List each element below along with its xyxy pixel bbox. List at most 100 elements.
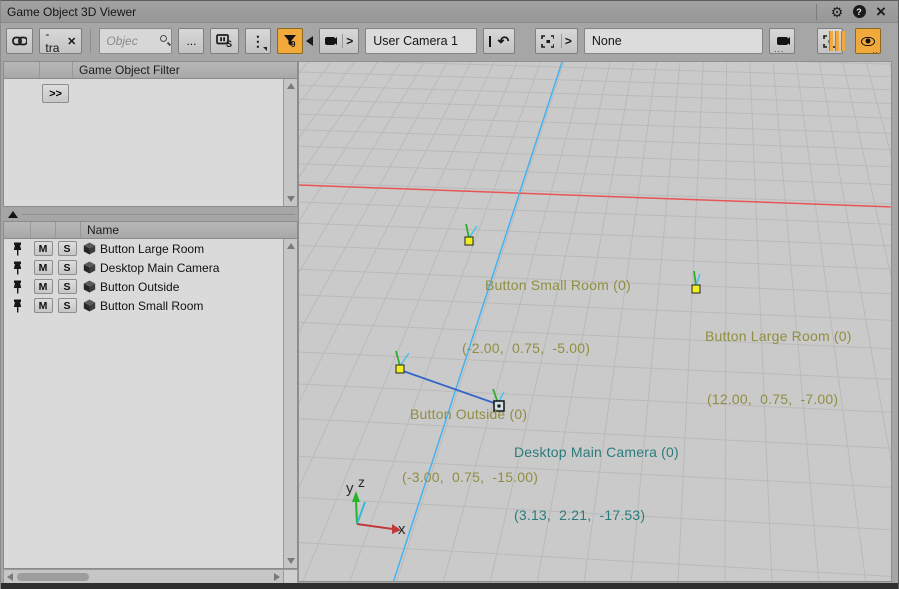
frame-target-button[interactable]: >	[535, 28, 578, 54]
camera-combobox[interactable]: User Camera 1	[365, 28, 477, 54]
game-objects-list-panel: Name M S	[3, 221, 298, 569]
solo-button[interactable]: S	[58, 279, 77, 294]
mute-button[interactable]: M	[34, 298, 53, 313]
camera-select-button[interactable]: >	[319, 28, 359, 54]
pin-cell[interactable]	[4, 242, 31, 256]
toolbar-separator	[90, 29, 91, 53]
filter-text-button[interactable]: -tra ✕	[39, 28, 82, 54]
filter-toggle-button[interactable]: 9	[277, 28, 303, 54]
target-combobox-value: None	[592, 34, 622, 48]
reset-camera-button[interactable]: ↶	[483, 28, 515, 54]
dropdown-corner-icon	[263, 47, 267, 51]
axis-label-z: z	[358, 474, 365, 490]
scroll-up-arrow[interactable]	[287, 243, 295, 249]
pin-cell[interactable]	[4, 261, 31, 275]
clear-filter-icon[interactable]: ✕	[67, 35, 76, 48]
object-name: Button Small Room	[100, 299, 203, 313]
funnel-icon: 9	[283, 34, 297, 48]
screen-s-icon: S	[216, 34, 232, 48]
mute-cell: M	[31, 279, 55, 294]
cube-icon	[83, 261, 96, 274]
camera-view-button[interactable]: ...	[769, 28, 795, 54]
titlebar: Game Object 3D Viewer ⚙ ? ×	[1, 1, 898, 23]
menu-dots-button[interactable]: ⋮	[245, 28, 271, 54]
object-name: Button Large Room	[100, 242, 204, 256]
game-object-3d-viewer-window: Game Object 3D Viewer ⚙ ? × -tra ✕ ...	[0, 0, 899, 589]
objects-horizontal-scrollbar[interactable]	[3, 569, 298, 584]
panel-collapse-arrow[interactable]	[306, 36, 313, 46]
scroll-down-arrow[interactable]	[287, 558, 295, 564]
mute-button[interactable]: M	[34, 260, 53, 275]
panel-splitter[interactable]	[3, 207, 298, 221]
mute-cell: M	[31, 241, 55, 256]
hscroll-thumb[interactable]	[17, 573, 89, 581]
highlight-stripe	[829, 31, 833, 51]
solo-button[interactable]: S	[58, 260, 77, 275]
window-title: Game Object 3D Viewer	[7, 5, 136, 19]
pin-cell[interactable]	[4, 280, 31, 294]
game-object-filter-panel: Game Object Filter >>	[3, 61, 298, 207]
camera-ellipsis-icon: ...	[774, 49, 784, 51]
close-button[interactable]: ×	[870, 3, 892, 21]
pin-icon	[12, 261, 23, 275]
filter-vertical-scrollbar[interactable]	[283, 79, 297, 206]
mute-cell: M	[31, 298, 55, 313]
pin-column-header	[4, 222, 31, 238]
eye-icon	[861, 37, 875, 46]
settings-gear-button[interactable]: ⚙	[826, 3, 848, 21]
highlight-stripe	[835, 31, 839, 51]
origin-z-axis	[357, 502, 365, 524]
close-icon: ×	[876, 3, 886, 20]
filter-panel-header: Game Object Filter	[4, 62, 297, 79]
filter-expand-button[interactable]: >>	[42, 84, 69, 103]
solo-button[interactable]: S	[58, 241, 77, 256]
pin-icon	[12, 299, 23, 313]
solo-button[interactable]: S	[58, 298, 77, 313]
lock-view-button[interactable]	[817, 28, 843, 54]
object-search	[99, 28, 172, 54]
viewport-3d[interactable]: Button Small Room (0) (-2.00, 0.75, -5.0…	[298, 61, 892, 582]
hscroll-track[interactable]	[3, 569, 284, 584]
table-row[interactable]: M S Desktop Main Camera	[4, 258, 297, 277]
solo-cell: S	[55, 279, 79, 294]
filter-header-title: Game Object Filter	[73, 63, 180, 77]
scroll-left-arrow[interactable]	[7, 573, 13, 581]
objects-vertical-scrollbar[interactable]	[283, 239, 297, 568]
stream-settings-button[interactable]: S	[210, 28, 238, 54]
pin-cell[interactable]	[4, 299, 31, 313]
help-icon: ?	[853, 5, 866, 18]
object-coords: (-2.00, 0.75, -5.00)	[462, 338, 631, 359]
splitter-line	[22, 214, 295, 215]
mute-button[interactable]: M	[34, 241, 53, 256]
target-combobox[interactable]: None	[584, 28, 764, 54]
scroll-up-arrow[interactable]	[287, 83, 295, 89]
table-row[interactable]: M S Button Outside	[4, 277, 297, 296]
splitter-arrow-icon[interactable]	[8, 211, 18, 218]
link-selection-button[interactable]	[6, 28, 33, 54]
axis-label-y: y	[346, 480, 354, 497]
filter-header-cell-1	[4, 62, 40, 78]
object-marker[interactable]	[692, 285, 700, 293]
object-label: Button Small Room (0)	[485, 275, 631, 296]
more-options-button[interactable]: ...	[178, 28, 204, 54]
solo-cell: S	[55, 260, 79, 275]
table-row[interactable]: M S Button Large Room	[4, 239, 297, 258]
scroll-down-arrow[interactable]	[287, 196, 295, 202]
vertical-dots-icon: ⋮	[251, 34, 265, 48]
origin-gizmo	[352, 491, 401, 534]
eye-ellipsis-icon: ..	[873, 49, 878, 52]
chevron-right-icon: >	[561, 34, 572, 48]
scroll-right-arrow[interactable]	[274, 573, 280, 581]
help-button[interactable]: ?	[848, 3, 870, 21]
name-column-header: Name	[81, 223, 119, 237]
toolbar: -tra ✕ ... S ⋮ 9	[1, 23, 898, 59]
table-row[interactable]: M S Button Small Room	[4, 296, 297, 315]
video-camera-icon	[777, 37, 788, 45]
visibility-toggle-button[interactable]: ..	[855, 28, 881, 54]
solo-column-header	[56, 222, 81, 238]
cube-icon	[83, 299, 96, 312]
main-area: Game Object Filter >>	[1, 59, 898, 584]
frame-target-icon	[541, 35, 554, 48]
mute-button[interactable]: M	[34, 279, 53, 294]
objects-rows: M S Button Large Room	[4, 239, 297, 568]
